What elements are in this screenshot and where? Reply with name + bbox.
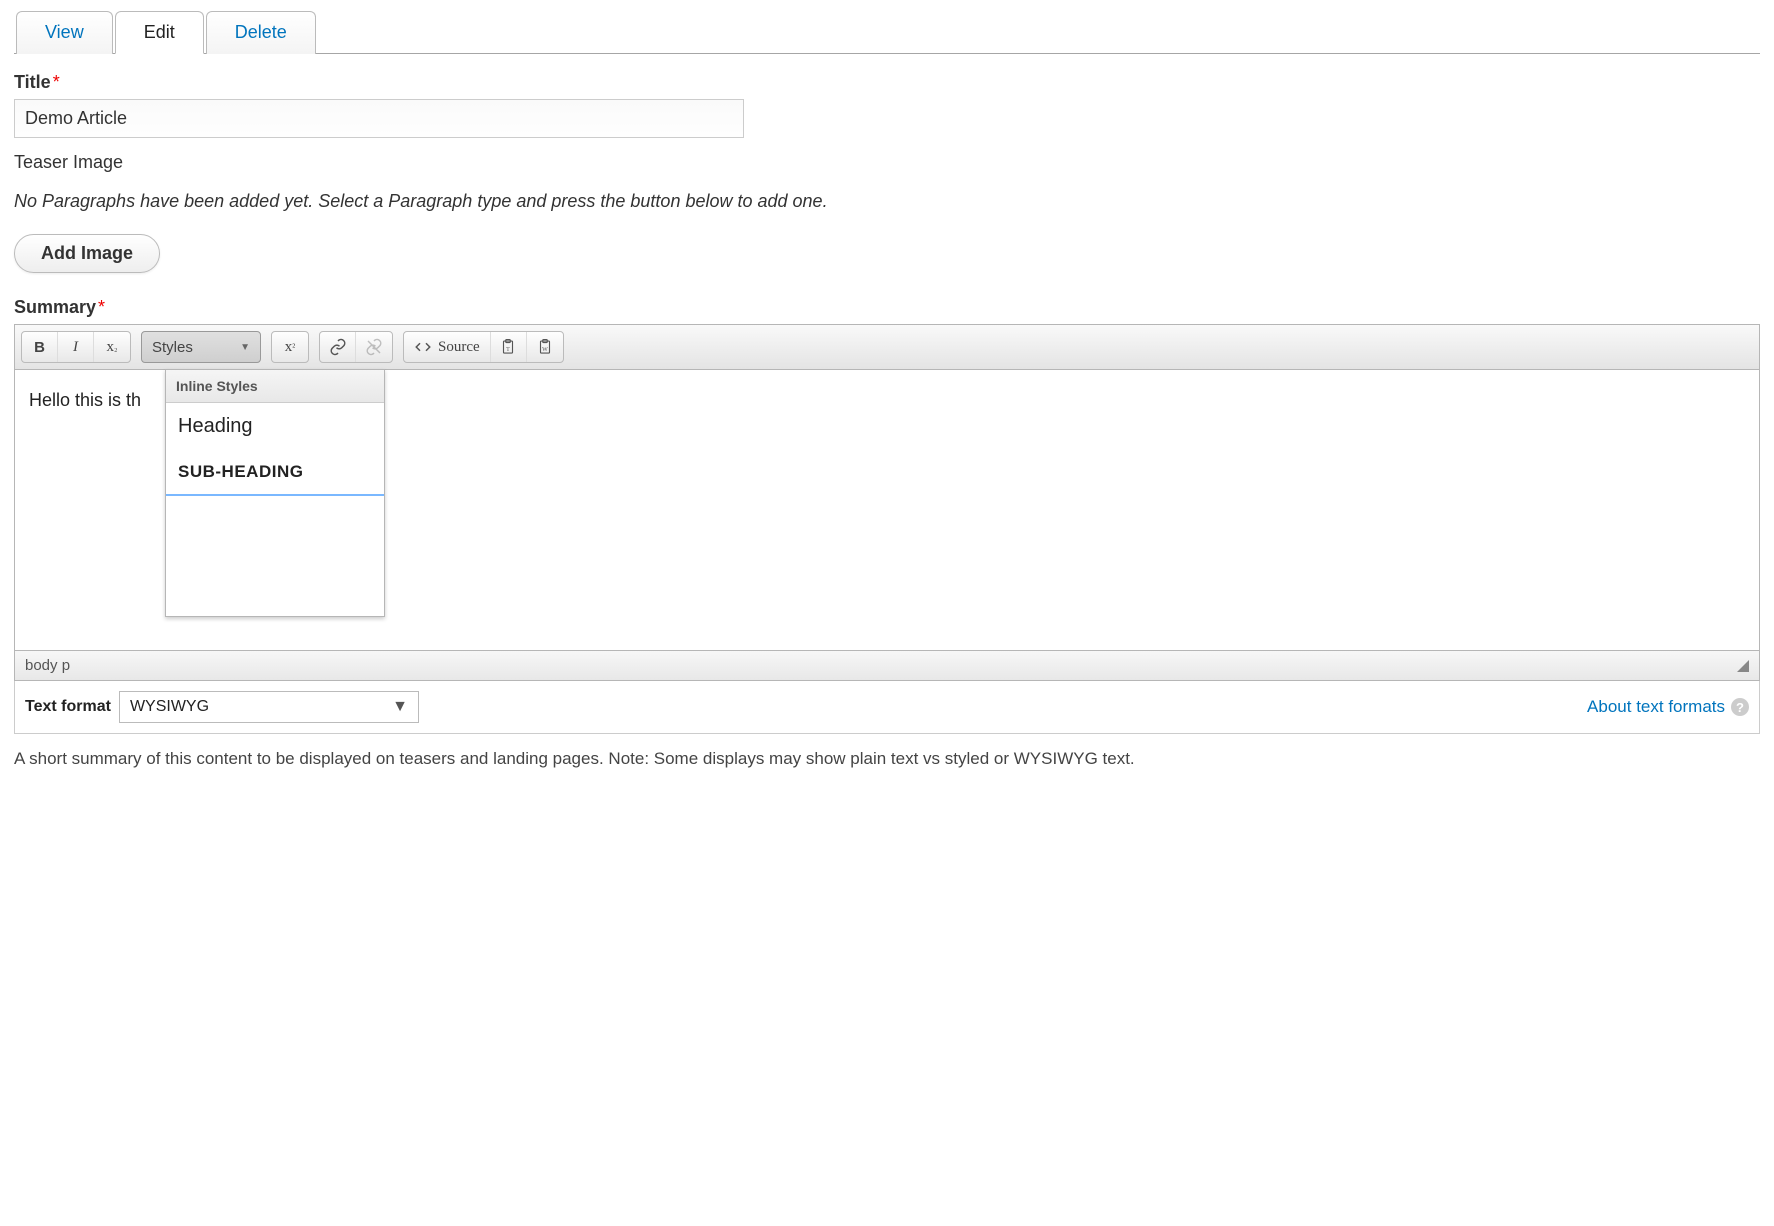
source-icon: [414, 338, 432, 356]
about-text-formats-link[interactable]: About text formats ?: [1587, 697, 1749, 717]
paste-text-icon: T: [499, 338, 517, 356]
chevron-down-icon: ▼: [240, 342, 250, 353]
styles-dropdown-panel: Inline Styles Heading SUB-HEADING: [165, 369, 385, 617]
toolbar-group-super: x²: [271, 331, 309, 363]
unlink-icon: [365, 338, 383, 356]
text-format-left: Text format WYSIWYG ▼: [25, 691, 419, 723]
tab-edit[interactable]: Edit: [115, 11, 204, 54]
tab-delete[interactable]: Delete: [206, 11, 316, 54]
toolbar-group-source: Source T W: [403, 331, 564, 363]
required-indicator: *: [53, 72, 60, 92]
resize-handle[interactable]: [1737, 660, 1749, 672]
no-paragraphs-message: No Paragraphs have been added yet. Selec…: [14, 191, 1760, 212]
italic-button[interactable]: I: [58, 332, 94, 362]
add-image-button[interactable]: Add Image: [14, 234, 160, 273]
subscript-button[interactable]: x₂: [94, 332, 130, 362]
title-input[interactable]: [14, 99, 744, 138]
bold-button[interactable]: B: [22, 332, 58, 362]
style-option-subheading[interactable]: SUB-HEADING: [166, 450, 384, 496]
paste-word-icon: W: [536, 338, 554, 356]
editor-content-area[interactable]: Hello this is th Inline Styles Heading S…: [15, 370, 1759, 650]
summary-editor: B I x₂ Styles ▼ x² Source T: [14, 324, 1760, 681]
element-path-text[interactable]: body p: [25, 657, 70, 674]
superscript-button[interactable]: x²: [272, 332, 308, 362]
styles-dropdown-header: Inline Styles: [166, 370, 384, 403]
primary-tabs: View Edit Delete: [14, 10, 1760, 54]
toolbar-group-links: [319, 331, 393, 363]
teaser-image-label: Teaser Image: [14, 152, 1760, 173]
editor-text: Hello this is th: [29, 390, 141, 410]
summary-help-text: A short summary of this content to be di…: [14, 746, 1760, 772]
dropdown-spacer: [166, 496, 384, 616]
paste-text-button[interactable]: T: [491, 332, 527, 362]
svg-text:T: T: [506, 347, 510, 353]
paste-word-button[interactable]: W: [527, 332, 563, 362]
link-icon: [329, 338, 347, 356]
title-label: Title*: [14, 72, 1760, 93]
source-button[interactable]: Source: [404, 332, 491, 362]
editor-toolbar: B I x₂ Styles ▼ x² Source T: [15, 325, 1759, 370]
unlink-button[interactable]: [356, 332, 392, 362]
tab-view[interactable]: View: [16, 11, 113, 54]
chevron-down-icon: ▼: [392, 698, 408, 716]
toolbar-group-basic: B I x₂: [21, 331, 131, 363]
editor-element-path: body p: [15, 650, 1759, 680]
required-indicator: *: [98, 297, 105, 317]
text-format-select[interactable]: WYSIWYG ▼: [119, 691, 419, 723]
text-format-row: Text format WYSIWYG ▼ About text formats…: [14, 681, 1760, 734]
summary-label: Summary*: [14, 297, 1760, 318]
help-icon: ?: [1731, 698, 1749, 716]
link-button[interactable]: [320, 332, 356, 362]
text-format-label: Text format: [25, 698, 111, 716]
style-option-heading[interactable]: Heading: [166, 403, 384, 450]
svg-text:W: W: [542, 347, 548, 353]
styles-dropdown-button[interactable]: Styles ▼: [141, 331, 261, 363]
